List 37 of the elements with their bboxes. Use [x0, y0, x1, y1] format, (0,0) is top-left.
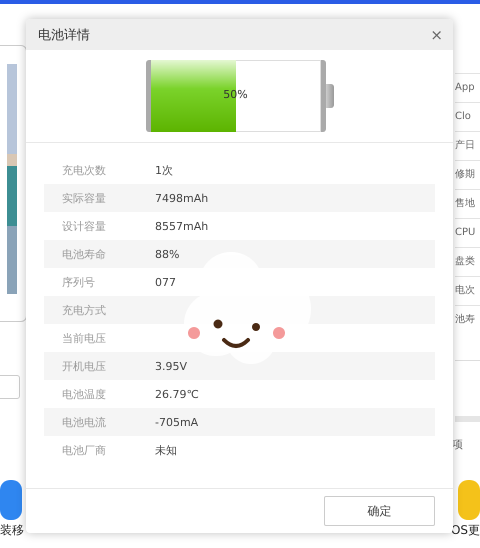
field-value: 8557mAh: [155, 220, 208, 232]
info-label: 电次: [455, 276, 480, 305]
info-label: 池寿: [455, 305, 480, 334]
field-label: 充电次数: [61, 162, 107, 178]
field-value: 077: [155, 276, 176, 288]
field-value: -705mA: [155, 416, 198, 428]
app-icon[interactable]: [458, 480, 480, 520]
field-value: 26.79℃: [155, 388, 199, 400]
field-label: 实际容量: [61, 190, 107, 206]
item-label: 项: [452, 437, 463, 452]
field-label: 序列号: [61, 274, 96, 290]
field-label: 电池温度: [61, 386, 107, 402]
field-label: 电池厂商: [61, 442, 107, 458]
info-label: App: [455, 73, 480, 102]
field-label: 开机电压: [61, 358, 107, 374]
info-label: 售地: [455, 189, 480, 218]
field-label: 充电方式: [61, 302, 107, 318]
field-value: 1次: [155, 162, 173, 178]
app-label: 装移: [0, 522, 24, 539]
dialog-title: 电池详情: [38, 26, 90, 44]
field-value: 7498mAh: [155, 192, 208, 204]
button[interactable]: [0, 375, 20, 399]
close-button[interactable]: ×: [430, 26, 443, 44]
info-label: 修期: [455, 160, 480, 189]
field-value: 88%: [155, 248, 180, 260]
field-label: 电池寿命: [61, 246, 107, 262]
ok-button[interactable]: 确定: [324, 496, 435, 526]
field-label: 当前电压: [61, 330, 107, 346]
info-label: 盘类: [455, 247, 480, 276]
app-icon[interactable]: [0, 480, 22, 520]
field-label: 设计容量: [61, 218, 107, 234]
field-value: 未知: [155, 442, 177, 458]
field-label: 电池电流: [61, 414, 107, 430]
field-value: 3.95V: [155, 360, 188, 372]
info-label: 产日: [455, 131, 480, 160]
info-label: Clo: [455, 102, 480, 131]
info-label: CPU: [455, 218, 480, 247]
